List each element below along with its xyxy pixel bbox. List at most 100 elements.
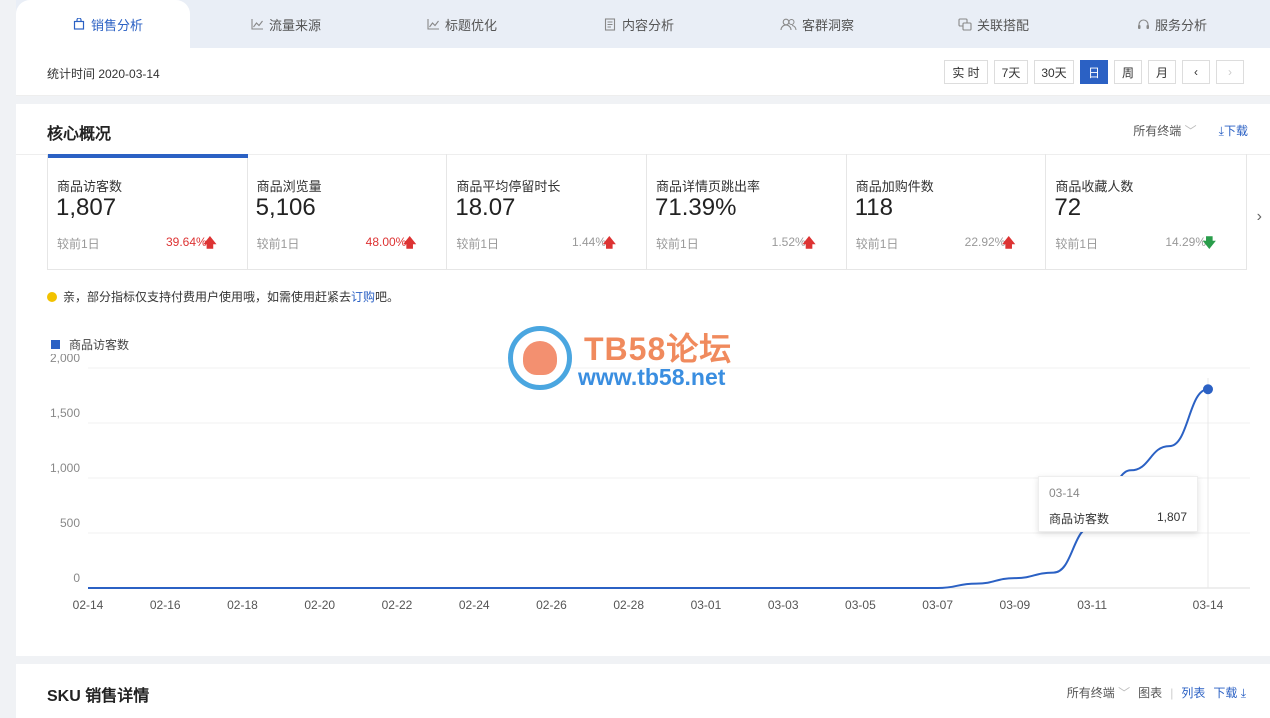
metric-card[interactable]: 商品加购件数 118 较前1日 22.92% 🡅 xyxy=(847,154,1047,269)
tab-related-match[interactable]: 关联搭配 xyxy=(958,0,1029,48)
bag-icon xyxy=(72,17,86,31)
x-tick-label: 02-18 xyxy=(227,598,258,612)
list-view-button[interactable]: 列表 xyxy=(1181,684,1205,701)
tab-label: 关联搭配 xyxy=(977,17,1030,33)
metric-change: 22.92% xyxy=(964,235,1006,249)
x-tick-label: 03-05 xyxy=(845,598,876,612)
chart-view-button[interactable]: 图表 xyxy=(1138,684,1162,701)
data-point xyxy=(1129,468,1133,472)
terminal-select-label: 所有终端 xyxy=(1133,124,1182,138)
tab-traffic-source[interactable]: 流量来源 xyxy=(250,0,321,48)
sku-terminal-select[interactable]: 所有终端 ﹀ xyxy=(1067,684,1130,701)
tab-label: 内容分析 xyxy=(622,17,675,33)
tooltip-label: 商品访客数 xyxy=(1049,512,1110,526)
data-point xyxy=(858,586,862,590)
data-point xyxy=(472,586,476,590)
sku-title: SKU 销售详情 xyxy=(47,688,150,705)
metric-change: 1.44% xyxy=(571,235,607,249)
period-30d-button[interactable]: 30天 xyxy=(1034,60,1074,84)
x-tick-label: 03-14 xyxy=(1193,598,1224,612)
watermark-url: www.tb58.net xyxy=(578,364,726,390)
metric-compare: 较前1日 xyxy=(1055,237,1099,251)
tab-title-optimize[interactable]: 标题优化 xyxy=(426,0,497,48)
sku-download-link[interactable]: 下载 ⤓ xyxy=(1213,684,1246,701)
download-icon: ⤓ xyxy=(1240,686,1246,700)
download-link[interactable]: ⤓下载 xyxy=(1219,122,1248,139)
x-tick-label: 03-07 xyxy=(922,598,953,612)
data-point xyxy=(279,586,283,590)
core-overview-panel: 核心概况 所有终端 ﹀ ⤓下载 商品访客数 1,807 较前1日 39.64% 🡅 商品浏… xyxy=(16,104,1270,656)
data-point xyxy=(974,582,978,586)
chevron-left-icon: ‹ xyxy=(1194,65,1198,79)
x-tick-label: 02-22 xyxy=(382,598,413,612)
chevron-down-icon: ﹀ xyxy=(1184,124,1197,138)
metric-change: 1.52% xyxy=(771,235,806,249)
subscribe-link[interactable]: 订购 xyxy=(351,290,375,304)
legend-label: 商品访客数 xyxy=(69,338,130,352)
x-tick-label: 02-20 xyxy=(304,598,335,612)
x-tick-label: 02-24 xyxy=(459,598,490,612)
metric-card[interactable]: 商品收藏人数 72 较前1日 14.29% 🡇 xyxy=(1046,154,1246,269)
data-point xyxy=(1167,444,1171,448)
metric-value: 1,807 xyxy=(56,194,117,221)
chart-legend[interactable]: 商品访客数 xyxy=(51,336,129,353)
headset-icon xyxy=(1136,17,1150,31)
notice-text: 亲，部分指标仅支持付费用户使用哦，如需使用赶紧去订购吧。 xyxy=(63,288,399,305)
next-date-button[interactable]: › xyxy=(1216,60,1244,84)
metric-value: 118 xyxy=(854,194,893,221)
metric-card[interactable]: 商品浏览量 5,106 较前1日 48.00% 🡅 xyxy=(248,154,448,269)
metric-value: 5,106 xyxy=(255,194,316,221)
tooltip-date: 03-14 xyxy=(1049,486,1080,500)
data-point xyxy=(743,586,747,590)
arrow-up-icon: 🡅 xyxy=(1001,235,1016,250)
tab-customer-insight[interactable]: 客群洞察 xyxy=(779,0,854,48)
metric-card[interactable]: 商品平均停留时长 18.07 较前1日 1.44% 🡅 xyxy=(447,154,648,269)
tab-service-analysis[interactable]: 服务分析 xyxy=(1136,0,1207,48)
arrow-up-icon: 🡅 xyxy=(802,235,816,250)
data-point xyxy=(627,586,631,590)
data-point xyxy=(240,586,244,590)
terminal-select[interactable]: 所有终端 ﹀ xyxy=(1133,122,1196,139)
data-point xyxy=(318,586,322,590)
data-point xyxy=(125,586,129,590)
metric-card[interactable]: 商品详情页跳出率 71.39% 较前1日 1.52% 🡅 xyxy=(647,154,847,269)
period-7d-button[interactable]: 7天 xyxy=(994,60,1028,84)
period-realtime-button[interactable]: 实 时 xyxy=(944,60,988,84)
arrow-up-icon: 🡅 xyxy=(602,235,617,250)
metric-change: 39.64% xyxy=(165,235,207,249)
document-icon xyxy=(603,17,617,31)
y-tick-label: 0 xyxy=(73,571,80,585)
data-point xyxy=(1013,576,1017,580)
period-month-button[interactable]: 月 xyxy=(1148,60,1176,84)
data-point xyxy=(86,586,90,590)
x-tick-label: 03-09 xyxy=(1000,598,1031,612)
data-point xyxy=(820,586,824,590)
prev-date-button[interactable]: ‹ xyxy=(1182,60,1210,84)
period-week-button[interactable]: 周 xyxy=(1114,60,1142,84)
tab-sales-analysis[interactable]: 销售分析 xyxy=(16,0,190,48)
notice-text-post: 吧。 xyxy=(375,290,400,304)
chevron-down-icon: ﹀ xyxy=(1118,686,1131,700)
metric-label: 商品加购件数 xyxy=(855,179,934,194)
period-day-button[interactable]: 日 xyxy=(1080,60,1108,84)
metric-compare: 较前1日 xyxy=(656,237,699,251)
users-icon xyxy=(779,17,797,31)
chevron-right-icon[interactable]: › xyxy=(1257,208,1262,226)
metric-compare: 较前1日 xyxy=(855,237,899,251)
tab-content-analysis[interactable]: 内容分析 xyxy=(603,0,674,48)
metric-change: 14.29% xyxy=(1165,235,1207,249)
tab-label: 销售分析 xyxy=(91,17,144,33)
data-point xyxy=(1052,571,1056,575)
arrow-down-icon: 🡇 xyxy=(1202,235,1217,250)
y-tick-label: 500 xyxy=(60,516,80,530)
data-point xyxy=(549,586,553,590)
metric-card[interactable]: 商品访客数 1,807 较前1日 39.64% 🡅 xyxy=(48,154,248,269)
data-point xyxy=(356,586,360,590)
notice-bar: 亲，部分指标仅支持付费用户使用哦，如需使用赶紧去订购吧。 xyxy=(47,288,399,305)
y-tick-label: 2,000 xyxy=(50,354,80,365)
chevron-right-icon: › xyxy=(1228,65,1232,79)
panel-title: 核心概况 xyxy=(47,126,112,143)
x-tick-label: 03-03 xyxy=(768,598,799,612)
left-gutter xyxy=(0,0,16,718)
data-point xyxy=(163,586,167,590)
